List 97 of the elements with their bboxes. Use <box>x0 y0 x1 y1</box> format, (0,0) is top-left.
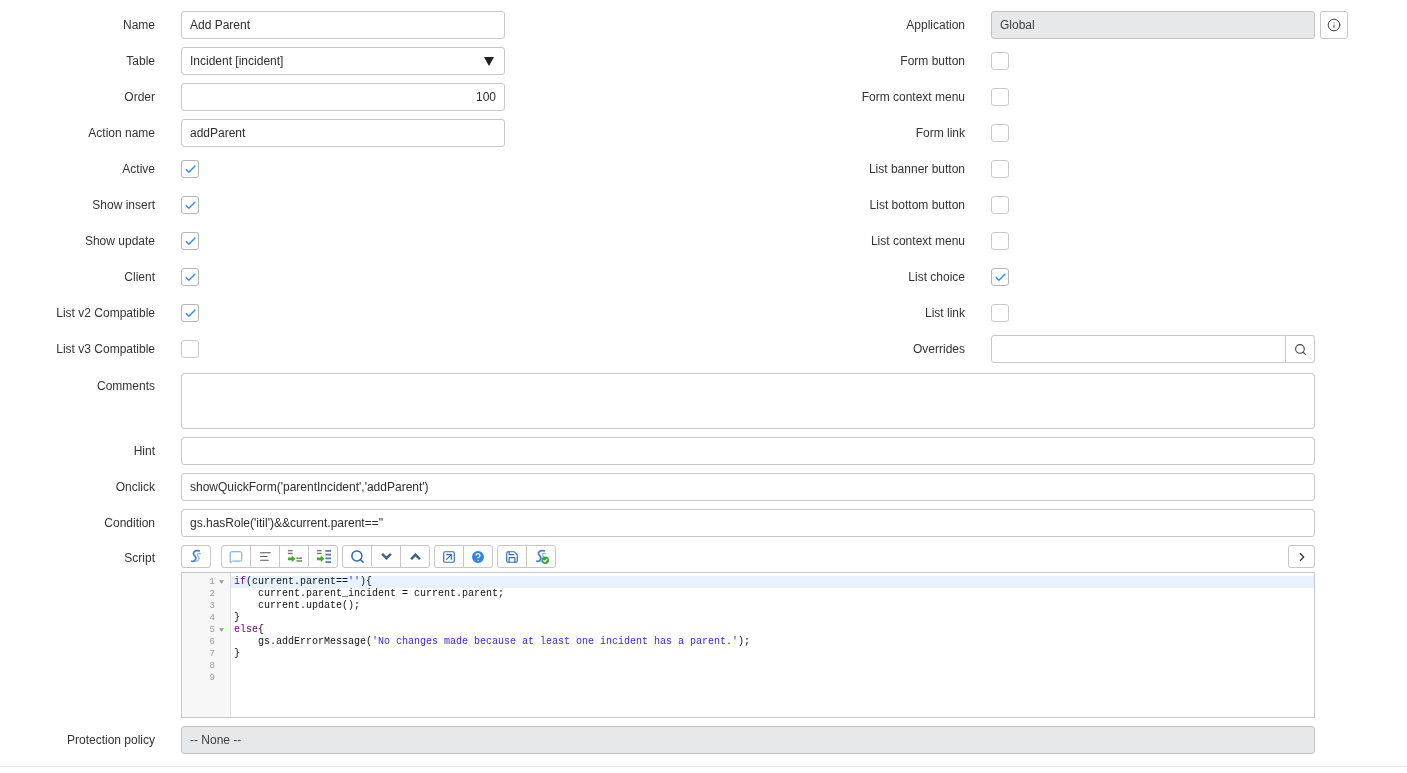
arrow-box-icon <box>442 549 456 564</box>
search-button[interactable] <box>1286 335 1315 363</box>
info-icon <box>1327 18 1341 32</box>
field-label: List v3 Compatible <box>56 342 155 356</box>
search-icon <box>1293 342 1307 356</box>
toolbar-button[interactable] <box>371 545 401 568</box>
field-label: Form link <box>915 126 965 140</box>
code-line: gs.addErrorMessage('No changes made because at least one incident has a parent.'); <box>257 636 751 648</box>
field-label: List v2 Compatible <box>56 306 155 320</box>
line-number: 2 <box>209 588 215 600</box>
field-label: Show update <box>84 234 155 248</box>
text-field[interactable]: Add Parent <box>181 11 505 39</box>
toolbar-button[interactable] <box>342 545 372 568</box>
swirl-check-icon <box>533 549 549 564</box>
checkbox[interactable] <box>991 268 1009 286</box>
toolbar-button[interactable] <box>181 545 211 568</box>
textarea-field[interactable] <box>181 373 1315 429</box>
number-field[interactable]: 100 <box>181 83 505 111</box>
code-line: } <box>234 612 240 624</box>
speech-bubble-icon <box>229 549 243 564</box>
field-label: Form button <box>900 54 965 68</box>
readonly-field: Global <box>991 11 1315 39</box>
arrow-text-icon <box>286 549 302 564</box>
checkbox[interactable] <box>991 196 1009 214</box>
save-icon <box>505 549 519 564</box>
line-number: 6 <box>209 636 215 648</box>
line-number: 3 <box>209 600 215 612</box>
info-button[interactable] <box>1320 11 1348 39</box>
field-label: List context menu <box>870 234 965 248</box>
field-label: Client <box>124 270 155 284</box>
code-line: if(current.parent==''){ <box>234 576 373 588</box>
checkbox[interactable] <box>181 268 199 286</box>
toolbar-button[interactable] <box>279 545 309 568</box>
arrow-list-icon <box>315 549 331 564</box>
field-label: Table <box>126 54 155 68</box>
field-label: Form context menu <box>861 90 965 104</box>
checkbox[interactable] <box>181 196 199 214</box>
field-label: Show insert <box>92 198 155 212</box>
text-field[interactable] <box>181 437 1315 465</box>
toolbar-button[interactable] <box>463 545 493 568</box>
field-label: Action name <box>88 126 155 140</box>
toolbar-button[interactable] <box>526 545 556 568</box>
field-label: List choice <box>908 270 965 284</box>
field-label: Onclick <box>115 480 155 494</box>
text-lines-icon <box>258 550 272 563</box>
caret-down-icon <box>484 56 494 66</box>
swirl-icon <box>188 549 204 564</box>
chevron-up-icon <box>409 553 421 560</box>
search-icon <box>349 549 365 564</box>
line-number: 9 <box>209 672 215 684</box>
field-label: Application <box>906 18 965 32</box>
line-number: 8 <box>209 660 215 672</box>
line-number: 7 <box>209 648 215 660</box>
line-number: 4 <box>209 612 215 624</box>
toolbar-button[interactable] <box>250 545 280 568</box>
toolbar-button[interactable] <box>434 545 464 568</box>
code-line: current.parent_incident = current.parent; <box>257 588 505 600</box>
checkbox[interactable] <box>181 160 199 178</box>
code-line: else{ <box>234 624 265 636</box>
field-label: Order <box>124 90 155 104</box>
field-label: List link <box>925 306 965 320</box>
checkbox[interactable] <box>991 160 1009 178</box>
input-field[interactable] <box>991 335 1286 363</box>
line-number: 5 <box>209 624 215 636</box>
toolbar-button[interactable] <box>497 545 527 568</box>
readonly-field: -- None -- <box>181 726 1315 754</box>
field-label: Name <box>123 18 155 32</box>
checkbox[interactable] <box>991 52 1009 70</box>
code-editor[interactable]: 1 2 3 4 5 6 7 8 9 if(current.parent==''){ current.parent_incident = current.parent; current.update(); } else{ gs.addErrorMessage('No changes made because at least one incident has a parent.'); } <box>181 572 1315 718</box>
field-label: Comments <box>97 379 155 393</box>
checkbox[interactable] <box>991 304 1009 322</box>
field-label: Hint <box>133 444 155 458</box>
field-label: Condition <box>104 516 155 530</box>
checkbox[interactable] <box>991 88 1009 106</box>
checkbox[interactable] <box>991 124 1009 142</box>
field-label: Active <box>122 162 155 176</box>
field-label: Protection policy <box>66 733 155 747</box>
select-field[interactable]: Incident [incident] <box>181 47 505 75</box>
expand-button[interactable] <box>1288 545 1315 568</box>
checkbox[interactable] <box>991 232 1009 250</box>
text-field[interactable]: showQuickForm('parentIncident','addParent') <box>181 473 1315 501</box>
checkbox[interactable] <box>181 232 199 250</box>
code-line: current.update(); <box>257 600 361 612</box>
field-label: List banner button <box>868 162 965 176</box>
text-field[interactable]: addParent <box>181 119 505 147</box>
code-line: } <box>234 648 240 660</box>
help-icon <box>470 548 486 565</box>
field-label: Script <box>124 551 155 565</box>
checkbox[interactable] <box>181 304 199 322</box>
toolbar-button[interactable] <box>308 545 338 568</box>
text-field[interactable]: gs.hasRole('itil')&&current.parent=='' <box>181 509 1315 537</box>
field-label: List bottom button <box>869 198 965 212</box>
chevron-down-icon <box>380 553 392 560</box>
toolbar-button[interactable] <box>400 545 430 568</box>
checkbox[interactable] <box>181 340 199 358</box>
line-number: 1 <box>209 576 215 588</box>
field-label: Overrides <box>913 342 965 356</box>
